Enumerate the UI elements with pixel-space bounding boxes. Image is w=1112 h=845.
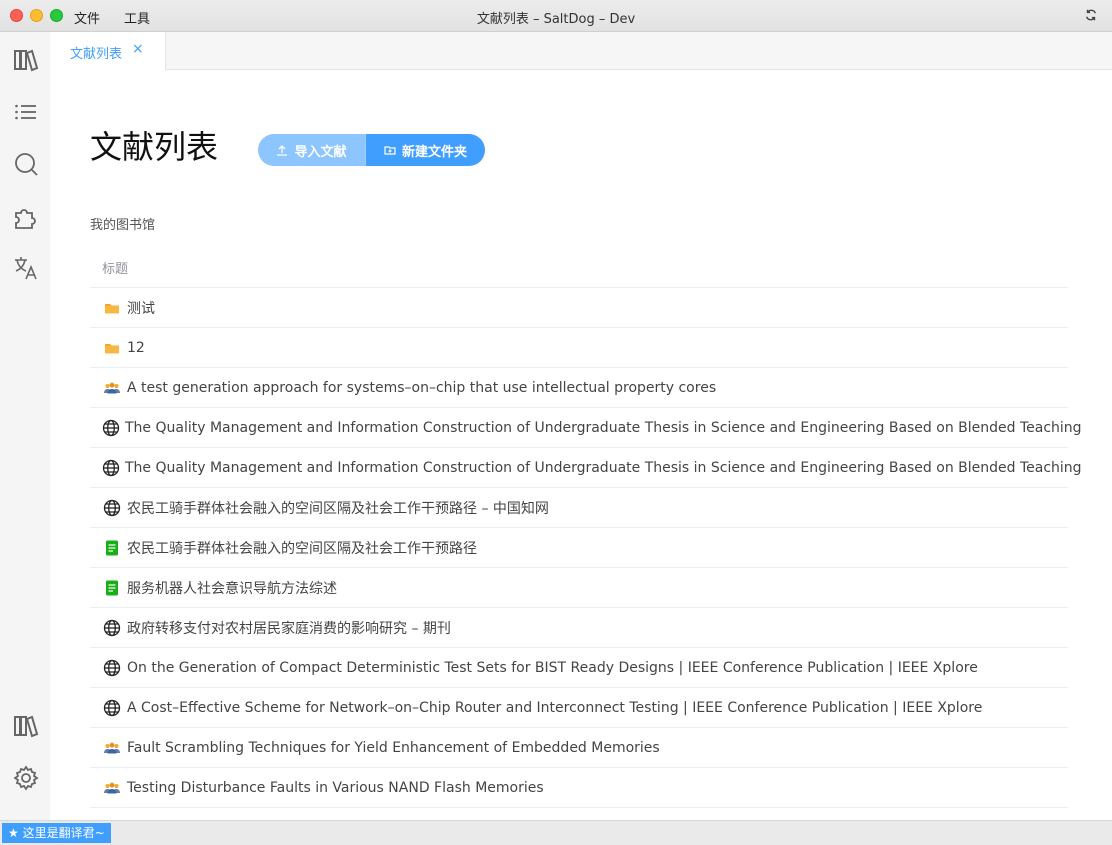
globe-icon: [102, 618, 122, 638]
table-row[interactable]: The Quality Management and Information C…: [90, 408, 1082, 448]
row-title: 服务机器人社会意识导航方法综述: [127, 580, 337, 597]
gear-icon[interactable]: [12, 764, 40, 792]
row-title: 农民工骑手群体社会融入的空间区隔及社会工作干预路径: [127, 540, 477, 557]
library-icon[interactable]: [12, 46, 40, 74]
row-title: A Cost–Effective Scheme for Network–on–C…: [127, 699, 983, 716]
globe-icon: [102, 658, 122, 678]
row-title: On the Generation of Compact Determinist…: [127, 659, 978, 676]
translate-icon[interactable]: [12, 254, 40, 282]
upload-icon: [277, 145, 288, 156]
row-title: The Quality Management and Information C…: [125, 459, 1082, 476]
page-title: 文献列表: [90, 128, 219, 166]
tab-bar: 文献列表 ×: [50, 32, 1112, 70]
list-icon[interactable]: [12, 98, 40, 126]
import-button-label: 导入文献: [294, 144, 347, 160]
folder-icon: [102, 298, 122, 318]
table-row[interactable]: Fault Scrambling Techniques for Yield En…: [90, 728, 1068, 768]
search-icon[interactable]: [12, 150, 40, 178]
table-row[interactable]: 农民工骑手群体社会融入的空间区隔及社会工作干预路径 – 中国知网: [90, 488, 1068, 528]
folder-add-icon: [384, 146, 396, 155]
status-bar: ★ 这里是翻译君~: [0, 820, 1112, 845]
tab-literature-list[interactable]: 文献列表 ×: [50, 32, 166, 70]
translator-chip[interactable]: ★ 这里是翻译君~: [2, 823, 111, 843]
document-icon: [102, 538, 122, 558]
row-title: A test generation approach for systems–o…: [127, 379, 717, 396]
activity-rail: [0, 32, 50, 820]
table-row[interactable]: 农民工骑手群体社会融入的空间区隔及社会工作干预路径: [90, 528, 1068, 568]
plugin-icon[interactable]: [12, 202, 40, 230]
table-row[interactable]: 测试: [90, 288, 1068, 328]
table-row[interactable]: On the Generation of Compact Determinist…: [90, 648, 1068, 688]
import-button[interactable]: 导入文献: [258, 134, 365, 166]
table-row[interactable]: 12: [90, 328, 1068, 368]
title-bar: 文件 工具 文献列表 – SaltDog – Dev: [0, 0, 1112, 32]
main-content: 文献列表 导入文献 新建文件夹 我的图书馆 标题 测试 12 A test gene…: [50, 70, 1112, 820]
table-row[interactable]: 服务机器人社会意识导航方法综述: [90, 568, 1068, 608]
row-title: 政府转移支付对农村居民家庭消费的影响研究 – 期刊: [127, 620, 451, 637]
globe-icon: [102, 418, 120, 438]
literature-table: 标题 测试 12 A test generation approach for sy…: [90, 248, 1082, 808]
people-icon: [102, 378, 122, 398]
close-icon[interactable]: ×: [132, 41, 144, 57]
table-row[interactable]: A Cost–Effective Scheme for Network–on–C…: [90, 688, 1068, 728]
row-title: The Quality Management and Information C…: [125, 419, 1082, 436]
section-label: 我的图书馆: [90, 218, 156, 233]
table-header-title: 标题: [90, 248, 1068, 288]
table-row[interactable]: A test generation approach for systems–o…: [90, 368, 1068, 408]
library-icon[interactable]: [12, 712, 40, 740]
row-title: Testing Disturbance Faults in Various NA…: [127, 779, 544, 796]
new-folder-button-label: 新建文件夹: [401, 144, 467, 160]
people-icon: [102, 778, 122, 798]
window-title: 文献列表 – SaltDog – Dev: [476, 12, 636, 27]
action-button-group: 导入文献 新建文件夹: [258, 134, 485, 166]
row-title: 测试: [127, 300, 155, 317]
document-icon: [102, 578, 122, 598]
refresh-icon[interactable]: [1084, 8, 1098, 22]
globe-icon: [102, 698, 122, 718]
tab-label: 文献列表: [70, 47, 123, 62]
row-title: Fault Scrambling Techniques for Yield En…: [127, 739, 660, 756]
table-row[interactable]: 政府转移支付对农村居民家庭消费的影响研究 – 期刊: [90, 608, 1068, 648]
folder-icon: [102, 338, 122, 358]
row-title: 12: [127, 339, 145, 356]
table-row[interactable]: The Quality Management and Information C…: [90, 448, 1082, 488]
row-title: 农民工骑手群体社会融入的空间区隔及社会工作干预路径 – 中国知网: [127, 500, 549, 517]
people-icon: [102, 738, 122, 758]
table-row[interactable]: Testing Disturbance Faults in Various NA…: [90, 768, 1068, 808]
globe-icon: [102, 498, 122, 518]
new-folder-button[interactable]: 新建文件夹: [365, 134, 485, 166]
globe-icon: [102, 458, 120, 478]
